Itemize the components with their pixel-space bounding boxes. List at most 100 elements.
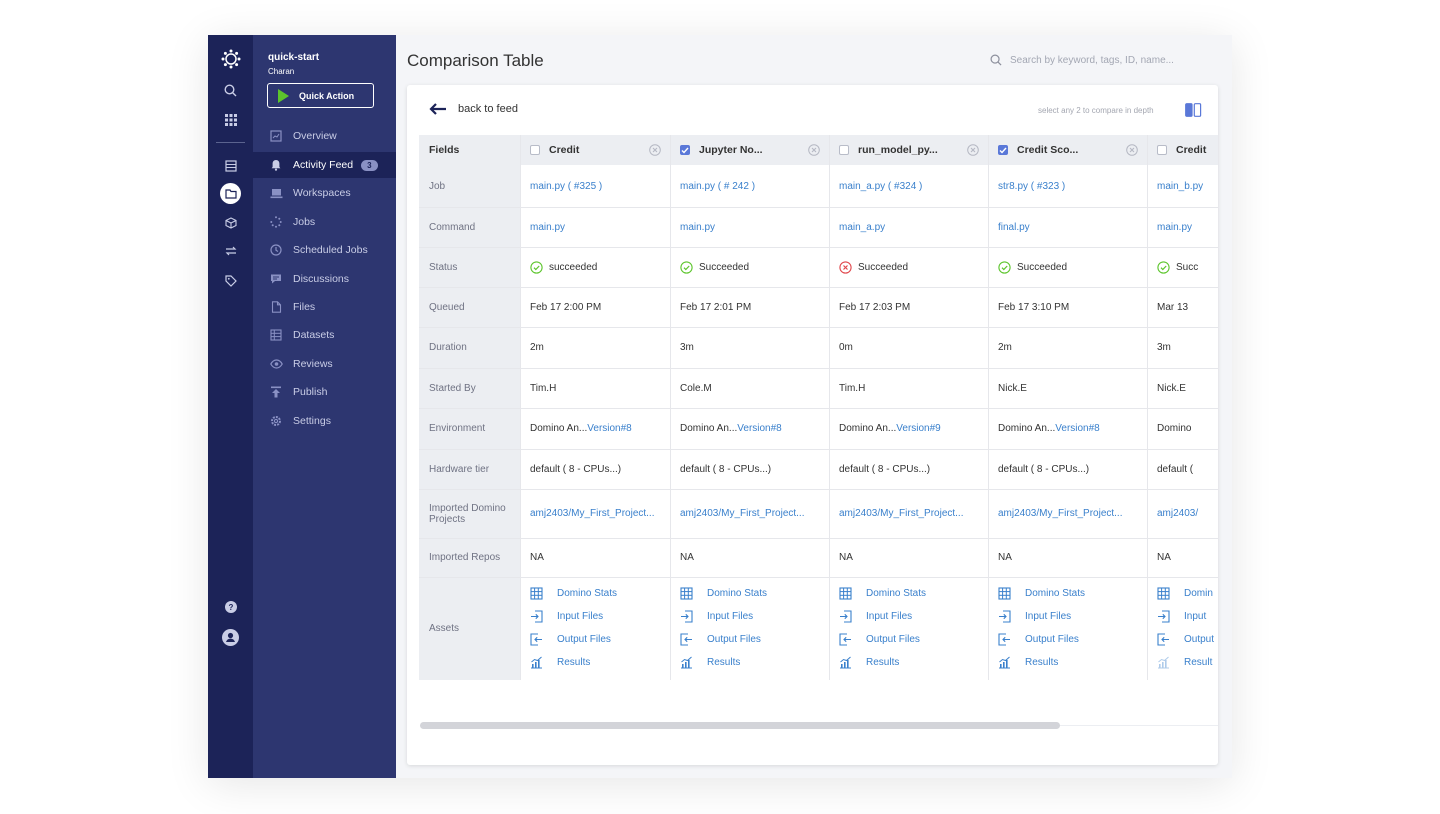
horizontal-scrollbar[interactable] (420, 722, 1060, 729)
asset-link-1[interactable]: Input (1157, 610, 1206, 623)
asset-link-3[interactable]: Results (680, 656, 740, 669)
projects-folder-icon[interactable] (220, 183, 241, 204)
asset-link-0[interactable]: Domin (1157, 587, 1213, 600)
sidebar-item-label: Workspaces (293, 187, 351, 199)
hardware-tier: default ( (1157, 463, 1194, 475)
command-link[interactable]: main_a.py (839, 207, 986, 247)
asset-link-2[interactable]: Output Files (998, 633, 1079, 646)
hardware-tier: default ( 8 - CPUs...) (680, 463, 772, 475)
command-link[interactable]: main.py (680, 207, 827, 247)
search-icon[interactable] (220, 80, 241, 101)
imported-project-link[interactable]: amj2403/My_First_Project... (530, 489, 668, 538)
asset-link-2[interactable]: Output Files (839, 633, 920, 646)
environment-version-link[interactable]: Version#9 (896, 423, 940, 434)
asset-label: Results (1025, 657, 1059, 668)
grid-icon[interactable] (220, 109, 241, 130)
field-label: Imported Domino Projects (429, 502, 506, 525)
app-window: ? quick-start Charan Quick Action Overvi… (208, 35, 1232, 778)
job-link[interactable]: main.py ( #325 ) (530, 165, 668, 207)
comparison-table: Fields Credit Jupyter No... run_model_py...… (419, 135, 1218, 680)
remove-column-icon[interactable] (1126, 144, 1138, 156)
project-sidebar: quick-start Charan Quick Action Overview… (253, 35, 396, 778)
back-to-feed-link[interactable]: back to feed (429, 103, 518, 115)
asset-link-0[interactable]: Domino Stats (839, 587, 926, 600)
asset-link-1[interactable]: Input Files (680, 610, 753, 623)
asset-link-0[interactable]: Domino Stats (530, 587, 617, 600)
column-header: Jupyter No... (670, 135, 829, 165)
sidebar-item-scheduled-jobs[interactable]: Scheduled Jobs (253, 237, 396, 263)
job-link[interactable]: str8.py ( #323 ) (998, 165, 1145, 207)
results-chart-icon (998, 656, 1018, 669)
asset-label: Output Files (557, 634, 611, 645)
remove-column-icon[interactable] (967, 144, 979, 156)
asset-link-3[interactable]: Result (1157, 656, 1212, 669)
project-name[interactable]: quick-start (268, 52, 319, 63)
asset-label: Domino Stats (1025, 588, 1086, 599)
remove-column-icon[interactable] (649, 144, 661, 156)
sidebar-item-settings[interactable]: Settings (253, 408, 396, 434)
compare-checkbox[interactable] (839, 145, 849, 155)
queued-time: Mar 13 (1157, 301, 1189, 313)
column-divider (1147, 135, 1148, 680)
asset-link-3[interactable]: Results (530, 656, 590, 669)
search-input[interactable]: Search by keyword, tags, ID, name... (990, 54, 1174, 66)
compare-checkbox[interactable] (998, 145, 1008, 155)
sidebar-item-workspaces[interactable]: Workspaces (253, 180, 396, 206)
imported-project-link[interactable]: amj2403/ (1157, 489, 1216, 538)
command-link[interactable]: final.py (998, 207, 1145, 247)
asset-label: Domin (1184, 588, 1213, 599)
asset-link-3[interactable]: Results (998, 656, 1058, 669)
asset-link-2[interactable]: Output Files (680, 633, 761, 646)
asset-label: Domino Stats (866, 588, 927, 599)
asset-link-3[interactable]: Results (839, 656, 899, 669)
status-cell: Succ (1157, 247, 1216, 287)
help-icon[interactable]: ? (220, 596, 241, 617)
results-chart-icon (680, 656, 700, 669)
spinner-icon (269, 215, 283, 229)
column-view-toggle-icon[interactable] (1185, 103, 1202, 122)
job-link[interactable]: main_a.py ( #324 ) (839, 165, 986, 207)
quick-action-button[interactable]: Quick Action (267, 83, 374, 108)
job-link[interactable]: main_b.py (1157, 165, 1216, 207)
input-files-icon (1157, 610, 1177, 623)
sidebar-item-datasets[interactable]: Datasets (253, 322, 396, 348)
tag-icon[interactable] (220, 270, 241, 291)
asset-label: Domino Stats (707, 588, 768, 599)
status-text: Succeeded (1017, 261, 1068, 273)
sidebar-item-files[interactable]: Files (253, 294, 396, 320)
sidebar-item-overview[interactable]: Overview (253, 123, 396, 149)
environment-version-link[interactable]: Version#8 (1055, 423, 1099, 434)
asset-link-1[interactable]: Input Files (530, 610, 603, 623)
asset-link-1[interactable]: Input Files (839, 610, 912, 623)
sidebar-item-discussions[interactable]: Discussions (253, 266, 396, 292)
sidebar-item-publish[interactable]: Publish (253, 379, 396, 405)
asset-link-2[interactable]: Output (1157, 633, 1214, 646)
remove-column-icon[interactable] (808, 144, 820, 156)
sidebar-item-activity-feed[interactable]: Activity Feed 3 (253, 152, 396, 178)
asset-link-1[interactable]: Input Files (998, 610, 1071, 623)
column-divider (670, 135, 671, 680)
column-header: Credit Sco... (988, 135, 1147, 165)
cube-icon[interactable] (220, 212, 241, 233)
command-link[interactable]: main.py (1157, 207, 1216, 247)
compare-checkbox[interactable] (530, 145, 540, 155)
asset-link-2[interactable]: Output Files (530, 633, 611, 646)
imported-project-link[interactable]: amj2403/My_First_Project... (998, 489, 1145, 538)
asset-link-0[interactable]: Domino Stats (998, 587, 1085, 600)
compare-checkbox[interactable] (680, 145, 690, 155)
job-link[interactable]: main.py ( # 242 ) (680, 165, 827, 207)
user-avatar-icon[interactable] (220, 627, 241, 648)
sidebar-item-jobs[interactable]: Jobs (253, 209, 396, 235)
asset-link-0[interactable]: Domino Stats (680, 587, 767, 600)
command-link[interactable]: main.py (530, 207, 668, 247)
database-icon[interactable] (220, 155, 241, 176)
imported-project-link[interactable]: amj2403/My_First_Project... (680, 489, 827, 538)
environment-version-link[interactable]: Version#8 (587, 423, 631, 434)
sidebar-item-label: Files (293, 301, 316, 313)
domino-logo-icon[interactable] (220, 48, 241, 69)
environment-version-link[interactable]: Version#8 (737, 423, 781, 434)
exchange-icon[interactable] (220, 240, 241, 261)
sidebar-item-reviews[interactable]: Reviews (253, 351, 396, 377)
compare-checkbox[interactable] (1157, 145, 1167, 155)
imported-project-link[interactable]: amj2403/My_First_Project... (839, 489, 986, 538)
